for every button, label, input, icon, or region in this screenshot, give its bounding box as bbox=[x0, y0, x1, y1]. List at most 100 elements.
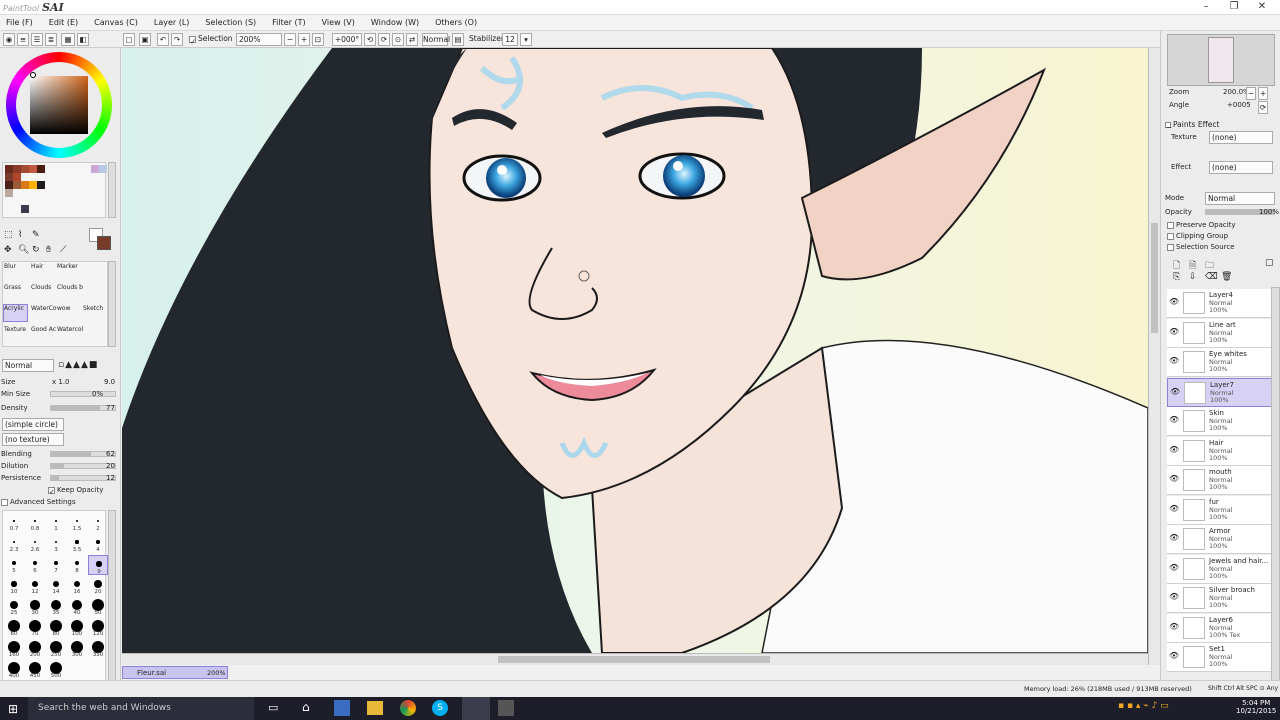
list-icon[interactable]: ≡ bbox=[17, 33, 29, 46]
eye-icon[interactable]: 👁︎ bbox=[1169, 504, 1179, 514]
grid-icon[interactable]: ▦ bbox=[61, 33, 75, 46]
brush-clouds[interactable]: Clouds bbox=[31, 284, 51, 291]
brush-size-option[interactable]: 1 bbox=[46, 513, 66, 533]
layer-row[interactable]: 👁︎ Hair Normal 100% bbox=[1167, 436, 1275, 466]
eye-icon[interactable]: 👁︎ bbox=[1169, 651, 1179, 661]
document-tab[interactable]: Fleur.sai 200% bbox=[122, 666, 228, 679]
brush-size-option[interactable]: 350 bbox=[88, 639, 108, 659]
swatch[interactable] bbox=[5, 189, 13, 197]
menu-layer[interactable]: Layer (L) bbox=[154, 18, 190, 27]
brush-size-option[interactable]: 3 bbox=[46, 534, 66, 554]
brush-size-option[interactable]: 200 bbox=[25, 639, 45, 659]
eye-icon[interactable]: 👁︎ bbox=[1169, 563, 1179, 573]
brush-size-option[interactable]: 7 bbox=[46, 555, 66, 575]
mode-menu-icon[interactable]: ▤ bbox=[452, 33, 464, 46]
merge-down-icon[interactable]: ⇩ bbox=[1189, 272, 1197, 282]
stabilizer-select[interactable]: 12 bbox=[502, 33, 518, 46]
menu-others[interactable]: Others (O) bbox=[435, 18, 477, 27]
brush-size-option[interactable]: 50 bbox=[88, 597, 108, 617]
brush-size-option[interactable]: 2.3 bbox=[4, 534, 24, 554]
nav-zoom-in-icon[interactable]: + bbox=[1258, 87, 1268, 100]
layer-row[interactable]: 👁︎ Layer6 Normal 100% Tex bbox=[1167, 613, 1275, 643]
navigator-preview[interactable] bbox=[1167, 34, 1275, 86]
brush-size-option[interactable]: 2.6 bbox=[25, 534, 45, 554]
menu-window[interactable]: Window (W) bbox=[371, 18, 419, 27]
brush-size-option[interactable]: 300 bbox=[67, 639, 87, 659]
brush-blend-mode[interactable]: Normal bbox=[2, 359, 54, 372]
layer-row[interactable]: 👁︎ Skin Normal 100% bbox=[1167, 407, 1275, 436]
swatch[interactable] bbox=[21, 165, 29, 173]
brush-size-option[interactable]: 120 bbox=[88, 618, 108, 638]
selection-toggle[interactable]: ✓ Selection bbox=[189, 34, 233, 46]
brush-size-option[interactable]: 40 bbox=[67, 597, 87, 617]
layer-scrollbar[interactable] bbox=[1271, 287, 1280, 682]
copy-layer-icon[interactable]: ⎘ bbox=[1173, 272, 1180, 282]
brush-grass[interactable]: Grass bbox=[4, 284, 21, 291]
menu-canvas[interactable]: Canvas (C) bbox=[94, 18, 138, 27]
nav-zoom-out-icon[interactable]: − bbox=[1246, 87, 1256, 100]
horizontal-scrollbar[interactable] bbox=[122, 653, 1148, 665]
zoom-reset-icon[interactable]: ⊡ bbox=[312, 33, 324, 46]
flip-icon[interactable]: ⇄ bbox=[406, 33, 418, 46]
texture-select[interactable]: (none) bbox=[1209, 131, 1273, 144]
chrome-icon[interactable] bbox=[400, 700, 416, 716]
brush-watercol[interactable]: Watercol bbox=[57, 326, 83, 333]
clock[interactable]: 5:04 PM 10/21/2015 bbox=[1236, 699, 1276, 715]
brush-shape-select[interactable]: (simple circle) bbox=[2, 418, 64, 431]
swatch[interactable] bbox=[13, 165, 21, 173]
brush-size-option[interactable]: 80 bbox=[46, 618, 66, 638]
brush-size-option[interactable]: 60 bbox=[4, 618, 24, 638]
minsize-slider[interactable] bbox=[50, 391, 116, 397]
vertical-scroll-thumb[interactable] bbox=[1151, 223, 1158, 333]
vertical-scrollbar[interactable] bbox=[1148, 48, 1160, 665]
skype-icon[interactable]: S bbox=[432, 700, 448, 716]
brush-size-option[interactable]: 5 bbox=[4, 555, 24, 575]
eyedropper-icon[interactable]: ⟋ bbox=[60, 245, 66, 255]
brush-size-option[interactable]: 14 bbox=[46, 576, 66, 596]
selection-source-checkbox[interactable]: Selection Source bbox=[1167, 243, 1235, 251]
brush-size-option[interactable]: 250 bbox=[46, 639, 66, 659]
eye-icon[interactable]: 👁︎ bbox=[1170, 387, 1180, 397]
brush-size-option[interactable]: 3.5 bbox=[67, 534, 87, 554]
brush-blur[interactable]: Blur bbox=[4, 263, 16, 270]
brush-marker[interactable]: Marker bbox=[57, 263, 78, 270]
zoom-in-icon[interactable]: + bbox=[298, 33, 310, 46]
size-value[interactable]: 9.0 bbox=[104, 378, 115, 386]
rotate-right-icon[interactable]: ⟳ bbox=[378, 33, 390, 46]
swatch[interactable] bbox=[21, 205, 29, 213]
layer-row[interactable]: 👁︎ mouth Normal 100% bbox=[1167, 466, 1275, 495]
sliders-icon[interactable]: ≣ bbox=[45, 33, 57, 46]
preserve-opacity-checkbox[interactable]: Preserve Opacity bbox=[1167, 221, 1236, 229]
brush-texture-select[interactable]: (no texture) bbox=[2, 433, 64, 446]
menu-file[interactable]: File (F) bbox=[6, 18, 33, 27]
swatch[interactable] bbox=[29, 165, 37, 173]
canvas-area[interactable] bbox=[122, 48, 1160, 665]
eye-icon[interactable]: 👁︎ bbox=[1169, 622, 1179, 632]
nav-angle-value[interactable]: +0005 bbox=[1227, 101, 1251, 109]
rotate-left-icon[interactable]: ⟲ bbox=[364, 33, 376, 46]
app-icon[interactable] bbox=[334, 700, 350, 716]
nav-rotate-icon[interactable]: ⟳ bbox=[1258, 101, 1268, 114]
menu-selection[interactable]: Selection (S) bbox=[205, 18, 256, 27]
swatch[interactable] bbox=[37, 181, 45, 189]
brush-size-option[interactable]: 450 bbox=[25, 660, 45, 680]
zoom-out-icon[interactable]: − bbox=[284, 33, 296, 46]
eye-icon[interactable]: 👁︎ bbox=[1169, 592, 1179, 602]
brush-size-option[interactable]: 400 bbox=[4, 660, 24, 680]
layer-menu-icon[interactable]: ▢ bbox=[1265, 258, 1274, 268]
primary-color[interactable] bbox=[97, 236, 111, 250]
layer-row[interactable]: 👁︎ Line art Normal 100% bbox=[1167, 318, 1275, 348]
tool-scrollbar[interactable] bbox=[108, 261, 116, 347]
swatch[interactable] bbox=[5, 173, 13, 181]
brush-size-option[interactable]: 10 bbox=[4, 576, 24, 596]
invert-icon[interactable]: ▣ bbox=[139, 33, 151, 46]
eye-icon[interactable]: 👁︎ bbox=[1169, 533, 1179, 543]
swatch[interactable] bbox=[13, 173, 21, 181]
blend-mode-select[interactable]: Normal bbox=[422, 33, 450, 46]
menu-view[interactable]: View (V) bbox=[322, 18, 355, 27]
artwork-canvas[interactable] bbox=[122, 48, 1149, 654]
layer-row[interactable]: 👁︎ fur Normal 100% bbox=[1167, 495, 1275, 525]
eye-icon[interactable]: 👁︎ bbox=[1169, 327, 1179, 337]
brush-size-option[interactable]: 30 bbox=[25, 597, 45, 617]
lasso-icon[interactable]: ⌇ bbox=[18, 230, 22, 240]
